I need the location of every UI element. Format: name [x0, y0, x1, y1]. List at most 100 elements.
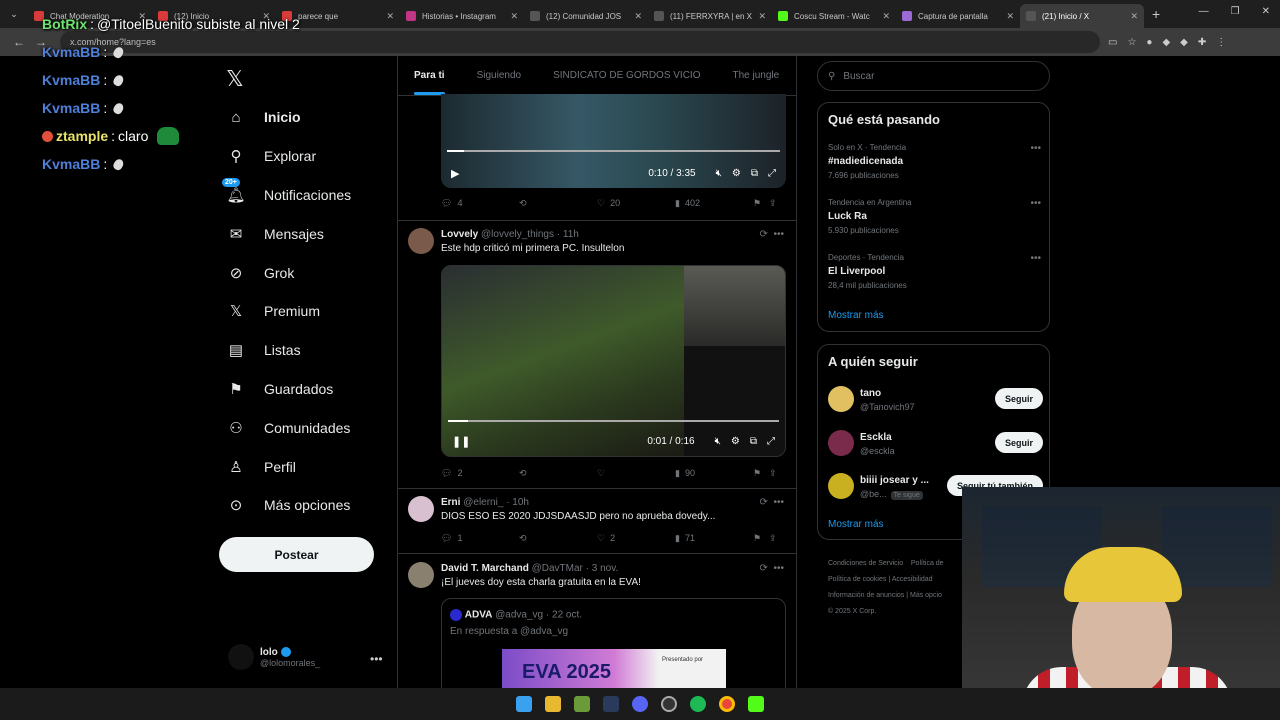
nav-premium[interactable]: 𝕏 Premium [220, 292, 351, 331]
show-more-link[interactable]: Mostrar más [828, 310, 884, 321]
like-button[interactable]: ♡ 2 [597, 533, 675, 544]
puzzle-icon[interactable]: ✚ [1198, 37, 1206, 48]
avatar[interactable] [408, 496, 434, 522]
menu-icon[interactable]: ⋮ [1216, 37, 1226, 48]
grok-icon[interactable]: ⟳ [760, 497, 768, 508]
star-icon[interactable]: ☆ [1127, 37, 1136, 48]
like-button[interactable]: ♡ 20 [597, 198, 675, 209]
footer-link[interactable]: Política de [911, 560, 944, 567]
footer-link[interactable]: Más opcio [910, 592, 942, 599]
grok-icon[interactable]: ⟳ [760, 229, 768, 240]
retweet-button[interactable]: ⟲ [519, 468, 597, 479]
steam-icon[interactable] [603, 696, 619, 712]
obs-icon[interactable] [661, 696, 677, 712]
pip-icon[interactable]: ⧉ [750, 436, 757, 447]
tweet-time[interactable]: · 11h [557, 229, 579, 240]
spotify-icon[interactable] [690, 696, 706, 712]
back-icon[interactable]: ← [8, 35, 30, 49]
fullscreen-icon[interactable]: ⤢ [768, 168, 776, 179]
mute-icon[interactable]: 🔇︎ [715, 436, 721, 447]
maximize-icon[interactable]: ❐ [1231, 6, 1240, 17]
tab-8[interactable]: Captura de pantalla ✕ [896, 4, 1020, 28]
close-icon[interactable]: ✕ [386, 11, 394, 22]
follow-button[interactable]: Seguir [994, 388, 1043, 409]
tab-7[interactable]: Coscu Stream - Watc ✕ [772, 4, 896, 28]
pause-icon[interactable]: ❚❚ [452, 435, 470, 448]
extension-icon[interactable]: ◆ [1162, 37, 1170, 48]
tab-following[interactable]: Siguiendo [461, 70, 537, 81]
file-explorer-icon[interactable] [545, 696, 561, 712]
author-name[interactable]: David T. Marchand [441, 563, 529, 574]
settings-icon[interactable]: ⚙ [731, 436, 740, 447]
windows-start-icon[interactable] [516, 696, 532, 712]
author-handle[interactable]: @elerni_ [463, 497, 503, 508]
bookmark-icon[interactable]: ⚑ [753, 468, 769, 479]
post-button[interactable]: Postear [219, 537, 374, 572]
author-name[interactable]: Lovvely [441, 229, 478, 240]
mute-icon[interactable]: 🔇︎ [716, 168, 722, 179]
more-icon[interactable]: ••• [773, 229, 784, 240]
video-progress[interactable] [448, 420, 779, 422]
nav-communities[interactable]: ⚇ Comunidades [220, 408, 351, 447]
bookmark-icon[interactable]: ⚑ [753, 533, 769, 544]
author-name[interactable]: Erni [441, 497, 460, 508]
views-button[interactable]: ▮ 90 [675, 468, 753, 479]
tab-list[interactable]: The jungle [717, 70, 796, 81]
nav-profile[interactable]: ♙ Perfil [220, 447, 351, 486]
tab-9-active[interactable]: (21) Inicio / X ✕ [1020, 4, 1144, 28]
nav-bookmarks[interactable]: ⚑ Guardados [220, 370, 351, 409]
trend-item[interactable]: Solo en X · Tendencia #nadiedicenada 7.696… [828, 143, 1043, 180]
tab-for-you[interactable]: Para ti [398, 70, 461, 95]
share-icon[interactable]: ⇪ [769, 468, 779, 479]
share-icon[interactable]: ⇪ [769, 533, 779, 544]
trend-item[interactable]: Tendencia en Argentina Luck Ra 5.930 publi… [828, 198, 1043, 235]
share-icon[interactable]: ⇪ [769, 198, 779, 209]
nav-lists[interactable]: ▤ Listas [220, 331, 351, 370]
pip-icon[interactable]: ⧉ [751, 168, 758, 179]
reply-button[interactable]: 💬︎ 1 [441, 533, 519, 544]
trend-item[interactable]: Deportes · Tendencia El Liverpool 28,4 mil… [828, 253, 1043, 290]
nav-messages[interactable]: ✉ Mensajes [220, 214, 351, 253]
nav-grok[interactable]: ⊘ Grok [220, 253, 351, 292]
minecraft-icon[interactable] [574, 696, 590, 712]
reply-button[interactable]: 💬︎ 4 [441, 198, 519, 209]
tweet-time[interactable]: · 3 nov. [586, 563, 619, 574]
like-button[interactable]: ♡ [597, 468, 675, 479]
tab-search-icon[interactable]: ⌄ [0, 9, 28, 20]
tab-4[interactable]: Historias • Instagram ✕ [400, 4, 524, 28]
avatar[interactable] [408, 228, 434, 254]
follow-suggestion[interactable]: tano @Tanovich97 Seguir [828, 386, 1043, 416]
close-icon[interactable]: ✕ [882, 11, 890, 22]
avatar[interactable] [408, 562, 434, 588]
more-icon[interactable]: ••• [773, 497, 784, 508]
views-button[interactable]: ▮ 71 [675, 533, 753, 544]
more-icon[interactable]: ••• [1030, 198, 1041, 209]
account-switcher[interactable]: lolo @lolomorales_ [228, 644, 320, 670]
account-more-icon[interactable]: ••• [370, 652, 383, 666]
nav-more[interactable]: ⊙ Más opciones [220, 486, 351, 525]
views-button[interactable]: ▮ 402 [675, 198, 753, 209]
video-player[interactable]: ▶ 0:10 / 3:35 🔇︎ ⚙ ⧉ ⤢ [441, 94, 786, 188]
bookmark-icon[interactable]: ⚑ [753, 198, 769, 209]
grok-icon[interactable]: ⟳ [760, 563, 768, 574]
follow-suggestion[interactable]: Esckla @esckla Seguir [828, 430, 1043, 460]
retweet-button[interactable]: ⟲ [519, 533, 597, 544]
nav-notifications[interactable]: 20+ 🔔︎ Notificaciones [220, 176, 351, 215]
video-progress[interactable] [447, 150, 780, 152]
quoted-tweet[interactable]: ADVA @adva_vg · 22 oct. En respuesta a @… [441, 598, 786, 688]
author-handle[interactable]: @DavTMar [532, 563, 583, 574]
minimize-icon[interactable]: — [1199, 6, 1209, 17]
close-window-icon[interactable]: ✕ [1262, 6, 1270, 17]
footer-link[interactable]: Información de anuncios [828, 592, 904, 599]
extension-icon[interactable]: ● [1146, 37, 1152, 48]
footer-link[interactable]: Accesibilidad [892, 576, 933, 583]
new-tab-button[interactable]: + [1152, 6, 1160, 22]
fullscreen-icon[interactable]: ⤢ [767, 436, 775, 447]
more-icon[interactable]: ••• [1030, 253, 1041, 264]
close-icon[interactable]: ✕ [1130, 11, 1138, 22]
tab-list[interactable]: SINDICATO DE GORDOS VICIO [537, 70, 716, 81]
show-more-link[interactable]: Mostrar más [828, 519, 884, 530]
footer-link[interactable]: Condiciones de Servicio [828, 560, 903, 567]
more-icon[interactable]: ••• [1030, 143, 1041, 154]
follow-button[interactable]: Seguir [994, 432, 1043, 453]
